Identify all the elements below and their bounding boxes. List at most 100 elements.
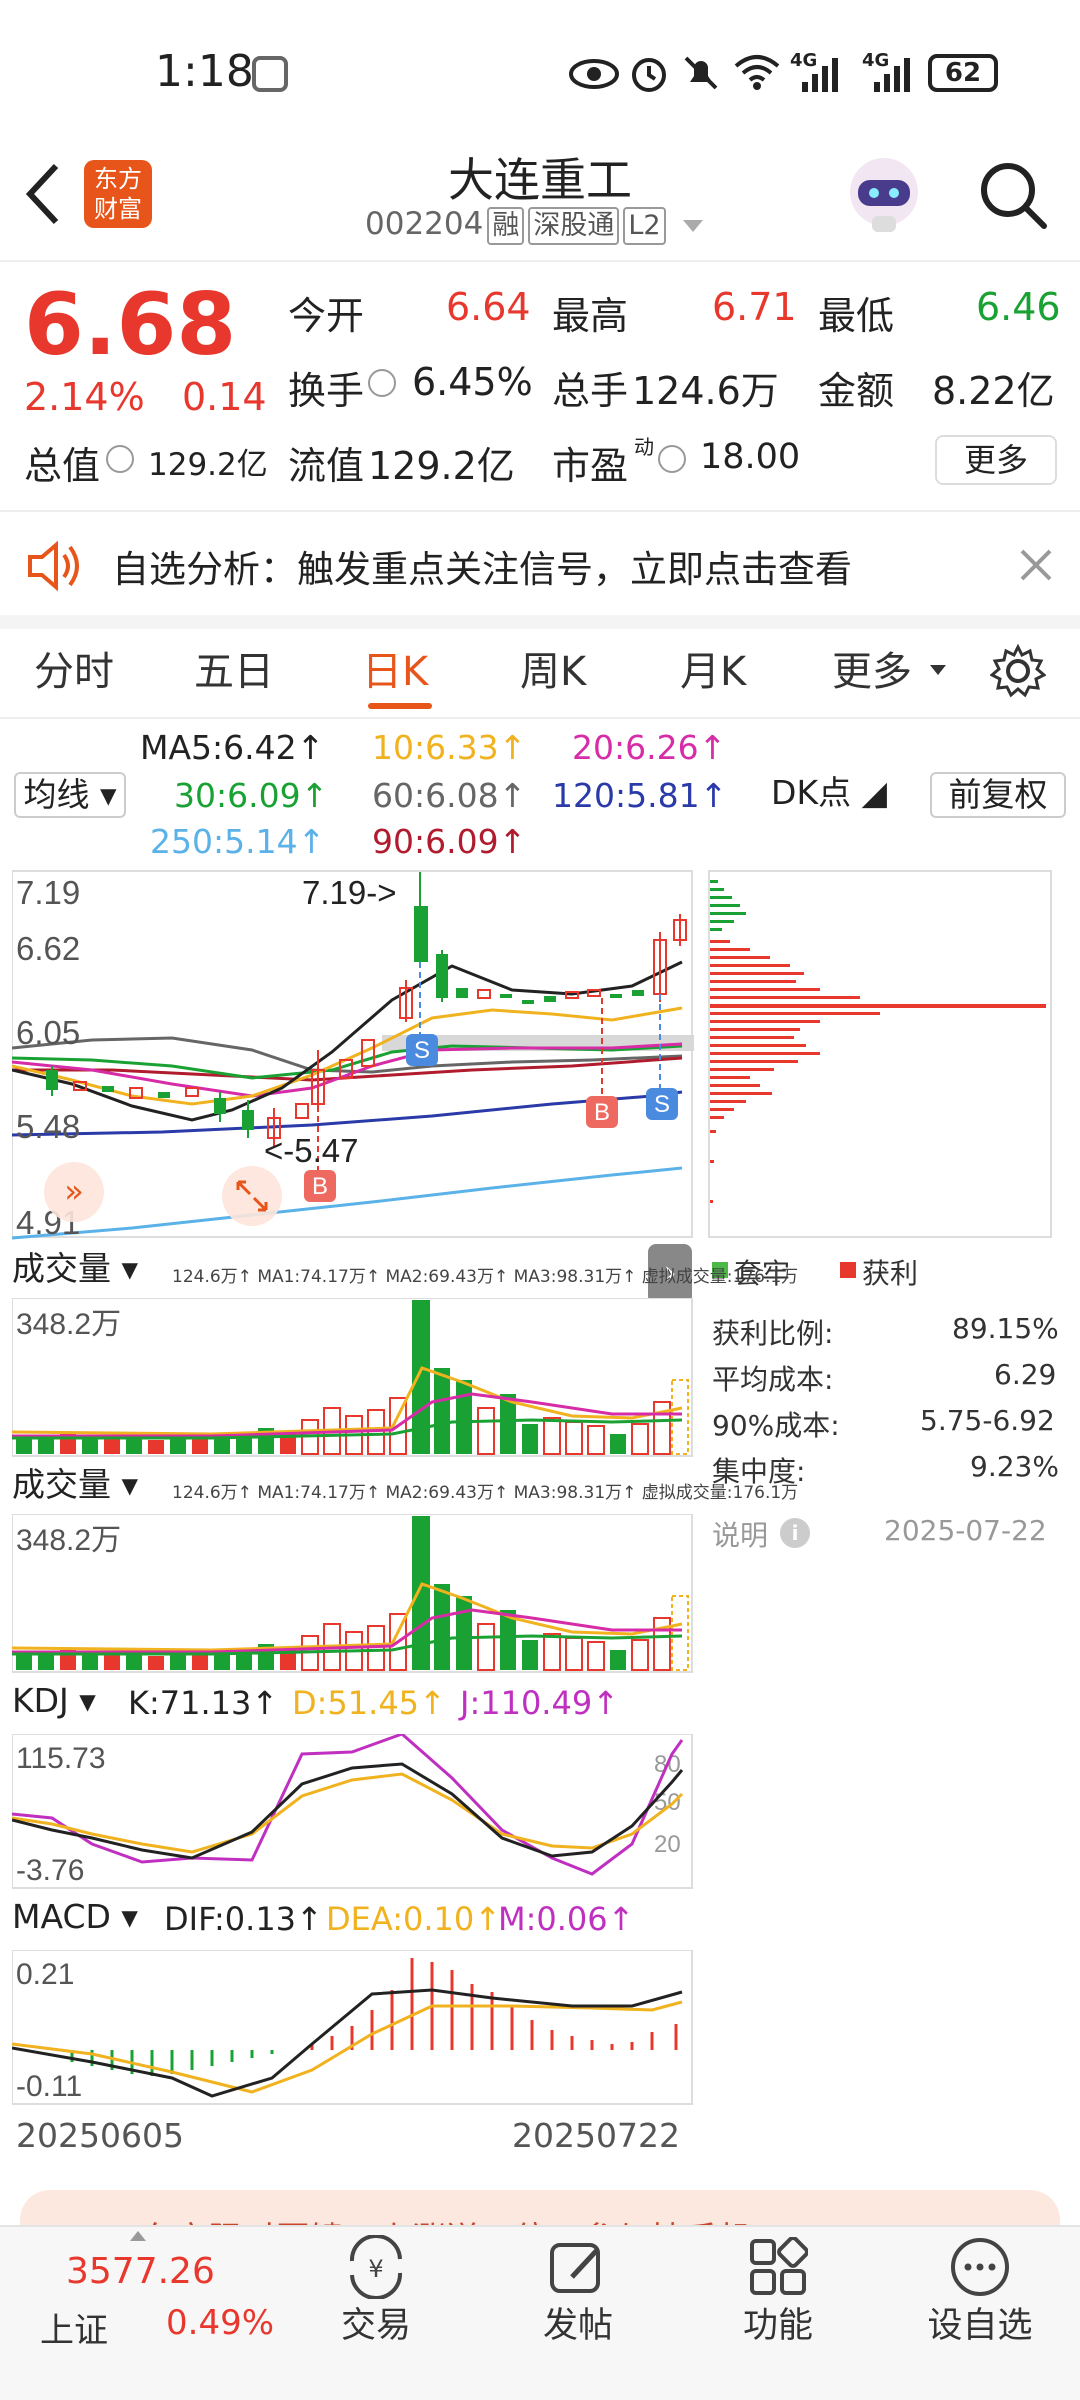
signal-b-2-label: B (594, 1099, 610, 1126)
ma-selector-label: 均线 (23, 775, 90, 814)
kdj-selector[interactable]: KDJ ▾ (12, 1682, 122, 1724)
float-label: 流值 (288, 444, 365, 488)
dk-point-button[interactable]: DK点 ◢ (766, 772, 892, 818)
chip-date: 2025-07-22 (884, 1514, 1047, 1547)
trade-icon[interactable]: ¥ (340, 2235, 412, 2299)
ma-selector[interactable]: 均线 ▾ (14, 772, 126, 818)
kdj-y-top: 115.73 (16, 1742, 106, 1775)
mktcap-info-icon[interactable] (106, 445, 134, 473)
notice-text: 自选分析：触发重点关注信号，立即点击查看 (112, 548, 852, 591)
adjust-button[interactable]: 前复权 (930, 772, 1066, 818)
search-icon[interactable] (976, 158, 1050, 232)
kdj-k-value: K:71.13↑ (128, 1684, 279, 1722)
high-value: 6.71 (712, 285, 797, 329)
macd-selector[interactable]: MACD ▾ (12, 1898, 160, 1940)
kdj-y-bottom: -3.76 (16, 1854, 84, 1887)
kline-y-label-0: 7.19 (16, 874, 80, 911)
tab-monthly-k[interactable]: 月K (680, 639, 746, 697)
tab-intraday[interactable]: 分时 (34, 639, 114, 697)
robot-assistant-icon[interactable] (842, 150, 926, 240)
cost90-value: 5.75-6.92 (920, 1404, 1055, 1437)
tab-more-caret-icon (930, 665, 946, 675)
high-label: 最高 (552, 294, 629, 338)
turnover-value: 6.45% (412, 360, 533, 404)
eye-icon (569, 59, 619, 89)
kdj-j-value: J:110.49↑ (460, 1684, 619, 1722)
signal-bars-2-icon (874, 58, 910, 92)
chip-distribution-chart[interactable] (708, 870, 1052, 1240)
speaker-icon (28, 541, 79, 591)
ma90-value: 90:6.09↑ (372, 822, 527, 861)
alarm-icon (632, 58, 666, 92)
signal-bars-icon (802, 58, 838, 92)
tag-l2: L2 (623, 207, 666, 245)
kline-low-annotation: <-5.47 (264, 1132, 359, 1169)
macd-dea-value: DEA:0.10↑ (326, 1900, 502, 1938)
info-icon[interactable]: i (780, 1518, 810, 1548)
nav-functions[interactable]: 功能 (708, 2297, 848, 2348)
tab-five-day[interactable]: 五日 (194, 639, 274, 697)
functions-grid-icon[interactable] (748, 2237, 808, 2297)
tab-weekly-k[interactable]: 周K (520, 639, 586, 697)
volume1-legend: 124.6万↑ MA1:74.17万↑ MA2:69.43万↑ MA3:98.3… (172, 1267, 799, 1287)
note-label[interactable]: 说明 (712, 1514, 768, 1554)
tab-daily-k[interactable]: 日K (362, 639, 428, 697)
index-up-arrow-icon (130, 2231, 146, 2241)
kdj-chart: 115.73 -3.76 80 50 20 (12, 1734, 693, 1889)
macd-m-value: M:0.06↑ (498, 1900, 635, 1938)
close-icon[interactable] (1018, 547, 1054, 583)
avg-cost-label: 平均成本: (712, 1363, 834, 1396)
kdj-level-50: 50 (654, 1789, 681, 1816)
signal-s-1-label: S (414, 1037, 430, 1064)
profit-ratio-value: 89.15% (952, 1312, 1059, 1345)
nav-post[interactable]: 发帖 (508, 2297, 648, 2348)
more-quote-button[interactable]: 更多 (935, 435, 1057, 485)
ma250-value: 250:5.14↑ (150, 822, 326, 861)
dk-point-label: DK点 (771, 773, 852, 812)
settings-gear-icon[interactable] (990, 643, 1046, 699)
pe-info-icon[interactable] (658, 445, 686, 473)
ma10-value: 10:6.33↑ (372, 728, 527, 767)
turnover-info-icon[interactable] (368, 369, 396, 397)
low-label: 最低 (818, 294, 895, 338)
ma60-value: 60:6.08↑ (372, 776, 527, 815)
open-value: 6.64 (446, 285, 531, 329)
wifi-icon (734, 55, 780, 90)
settings-gear-status-icon (252, 56, 288, 92)
fullscreen-button[interactable] (222, 1166, 282, 1226)
nav-add-watchlist[interactable]: 设自选 (910, 2297, 1050, 2348)
quote-panel: 6.68 2.14% 0.14 今开 6.64 最高 6.71 最低 6.46 … (0, 265, 1080, 510)
add-watchlist-icon[interactable] (948, 2235, 1012, 2299)
volume-label: 总手 (552, 369, 629, 413)
kline-y-label-1: 6.62 (16, 930, 80, 967)
status-bar: 1:18 4G 4G 62 (0, 0, 1080, 140)
kline-chart[interactable]: S B B S 7.19 6.62 6.05 5.48 4.91 7.19-> … (12, 870, 694, 1240)
post-icon[interactable] (546, 2235, 610, 2299)
low-value: 6.46 (976, 285, 1061, 329)
index-name[interactable]: 上证 (40, 2303, 108, 2352)
tag-connect: 深股通 (528, 207, 620, 245)
macd-y-bottom: -0.11 (16, 2070, 82, 2103)
volume1-selector[interactable]: 成交量 ▾ (12, 1250, 168, 1292)
notice-bar[interactable]: 自选分析：触发重点关注信号，立即点击查看 (0, 515, 1080, 615)
tab-more[interactable]: 更多 (832, 639, 912, 697)
float-value: 129.2亿 (368, 444, 515, 488)
volume2-selector[interactable]: 成交量 ▾ (12, 1466, 168, 1508)
ma30-value: 30:6.09↑ (174, 776, 329, 815)
volume1-selector-label: 成交量 (12, 1249, 111, 1288)
kdj-d-value: D:51.45↑ (292, 1684, 446, 1722)
change-amount: 0.14 (182, 375, 267, 419)
bottom-nav: 3577.26 上证 0.49% ¥ 交易 发帖 功能 设自选 (0, 2225, 1080, 2400)
open-label: 今开 (288, 294, 365, 338)
amount-value: 8.22亿 (932, 369, 1055, 413)
status-time: 1:18 (155, 46, 254, 97)
stock-code-line[interactable]: 002204 融深股通 L2 (365, 206, 704, 245)
volume-value: 124.6万 (632, 369, 779, 413)
tab-active-indicator (368, 703, 432, 709)
kline-y-label-2: 6.05 (16, 1014, 80, 1051)
battery-indicator: 62 (928, 54, 998, 92)
concentration-value: 9.23% (970, 1450, 1059, 1483)
mktcap-value: 129.2亿 (148, 447, 268, 483)
nav-trade[interactable]: 交易 (306, 2297, 446, 2348)
volume2-legend: 124.6万↑ MA1:74.17万↑ MA2:69.43万↑ MA3:98.3… (172, 1483, 799, 1503)
